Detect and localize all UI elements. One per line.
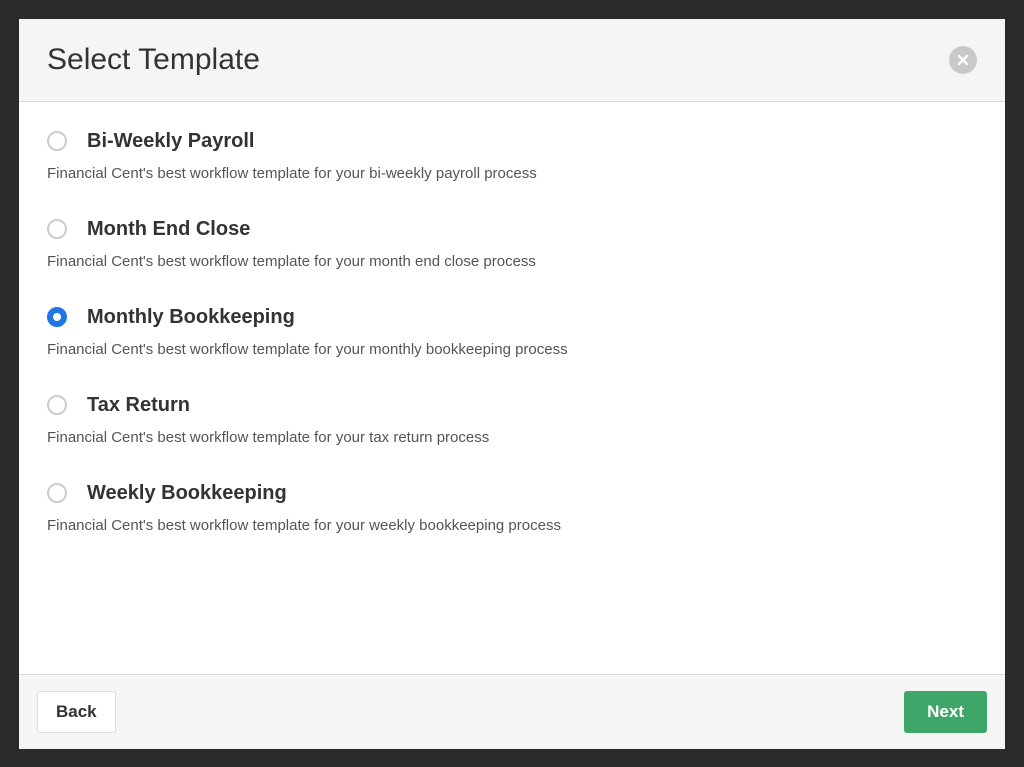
modal-title: Select Template <box>47 43 260 77</box>
template-option-header: Tax Return <box>47 394 977 417</box>
modal-body: Bi-Weekly Payroll Financial Cent's best … <box>19 102 1005 674</box>
radio-bi-weekly-payroll[interactable] <box>47 131 67 151</box>
template-option-header: Month End Close <box>47 218 977 241</box>
radio-weekly-bookkeeping[interactable] <box>47 483 67 503</box>
template-description: Financial Cent's best workflow template … <box>47 517 977 534</box>
template-description: Financial Cent's best workflow template … <box>47 165 977 182</box>
template-label: Month End Close <box>87 218 250 241</box>
template-label: Tax Return <box>87 394 190 417</box>
template-description: Financial Cent's best workflow template … <box>47 253 977 270</box>
modal-footer: Back Next <box>19 674 1005 749</box>
radio-monthly-bookkeeping[interactable] <box>47 307 67 327</box>
template-label: Bi-Weekly Payroll <box>87 130 254 153</box>
close-icon <box>956 53 970 67</box>
template-option-bi-weekly-payroll[interactable]: Bi-Weekly Payroll Financial Cent's best … <box>47 130 977 182</box>
template-description: Financial Cent's best workflow template … <box>47 429 977 446</box>
template-option-weekly-bookkeeping[interactable]: Weekly Bookkeeping Financial Cent's best… <box>47 482 977 534</box>
modal-header: Select Template <box>19 19 1005 102</box>
radio-tax-return[interactable] <box>47 395 67 415</box>
radio-month-end-close[interactable] <box>47 219 67 239</box>
template-label: Weekly Bookkeeping <box>87 482 287 505</box>
template-label: Monthly Bookkeeping <box>87 306 295 329</box>
template-option-header: Weekly Bookkeeping <box>47 482 977 505</box>
next-button[interactable]: Next <box>904 691 987 733</box>
template-option-header: Bi-Weekly Payroll <box>47 130 977 153</box>
template-option-header: Monthly Bookkeeping <box>47 306 977 329</box>
select-template-modal: Select Template Bi-Weekly Payroll Financ… <box>19 19 1005 749</box>
template-option-month-end-close[interactable]: Month End Close Financial Cent's best wo… <box>47 218 977 270</box>
close-button[interactable] <box>949 46 977 74</box>
template-option-tax-return[interactable]: Tax Return Financial Cent's best workflo… <box>47 394 977 446</box>
back-button[interactable]: Back <box>37 691 116 733</box>
template-description: Financial Cent's best workflow template … <box>47 341 977 358</box>
template-option-monthly-bookkeeping[interactable]: Monthly Bookkeeping Financial Cent's bes… <box>47 306 977 358</box>
